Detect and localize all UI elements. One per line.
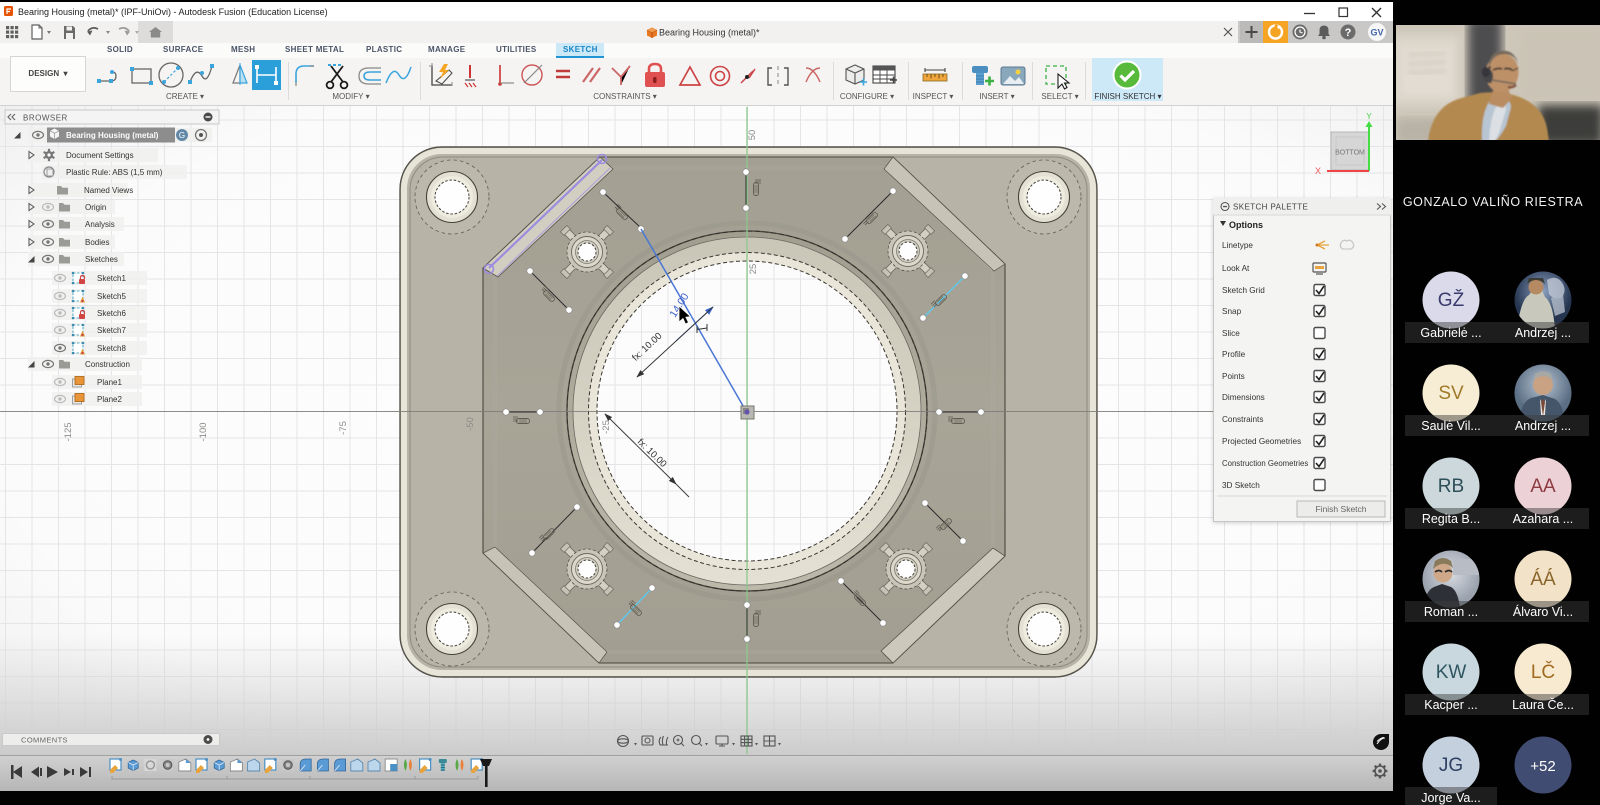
svg-text:-75: -75 [338,421,349,435]
svg-text:Dimensions: Dimensions [1222,393,1265,402]
svg-text:SV: SV [1438,383,1464,404]
svg-text:GONZALO VALIÑO RIESTRA: GONZALO VALIÑO RIESTRA [1403,195,1583,209]
svg-text:Andrzej ...: Andrzej ... [1515,326,1571,340]
svg-text:-125: -125 [63,422,74,441]
svg-text:Construction: Construction [85,360,130,369]
svg-text:-25: -25 [601,420,612,434]
svg-text:Gabrielė ...: Gabrielė ... [1420,326,1481,340]
svg-text:BROWSER: BROWSER [23,114,68,123]
svg-text:Bodies: Bodies [85,238,109,247]
svg-text:COMMENTS: COMMENTS [21,736,68,745]
svg-text:3D Sketch: 3D Sketch [1222,481,1260,490]
svg-text:Álvaro Vi...: Álvaro Vi... [1513,604,1573,619]
svg-text:Y: Y [1366,112,1372,121]
svg-text:Jorge Va...: Jorge Va... [1421,791,1481,805]
svg-text:RB: RB [1438,476,1464,497]
svg-text:-50: -50 [465,417,476,431]
svg-text:GŽ: GŽ [1438,289,1465,311]
svg-text:KW: KW [1436,662,1467,683]
svg-text:50: 50 [747,130,758,141]
svg-text:Sketches: Sketches [85,255,118,264]
svg-text:25: 25 [748,264,759,275]
svg-text:GV: GV [1370,28,1383,38]
svg-text:Kacper ...: Kacper ... [1424,698,1478,712]
svg-text:Roman ...: Roman ... [1424,605,1478,619]
svg-text:JG: JG [1439,755,1463,776]
svg-text:Bearing Housing (metal)*: Bearing Housing (metal)* [659,28,760,38]
svg-text:Snap: Snap [1222,307,1242,316]
svg-text:Constraints: Constraints [1222,415,1263,424]
svg-text:Sketch Grid: Sketch Grid [1222,286,1265,295]
svg-text:Sketch7: Sketch7 [97,326,126,335]
svg-text:Analysis: Analysis [85,220,115,229]
svg-text:Finish Sketch: Finish Sketch [1315,504,1366,514]
svg-text:LČ: LČ [1531,661,1555,683]
svg-text:Plane2: Plane2 [97,395,122,404]
svg-text:Saulė Vil...: Saulė Vil... [1421,419,1481,433]
svg-text:+52: +52 [1530,758,1555,775]
svg-text:?: ? [1345,27,1352,39]
svg-text:Document Settings: Document Settings [66,151,134,160]
svg-text:Profile: Profile [1222,350,1246,359]
svg-text:BOTTOM: BOTTOM [1335,150,1365,157]
svg-text:Sketch1: Sketch1 [97,274,126,283]
svg-text:ÁÁ: ÁÁ [1530,569,1556,590]
svg-text:Points: Points [1222,372,1245,381]
svg-text:Construction Geometries: Construction Geometries [1222,459,1308,468]
svg-text:Linetype: Linetype [1222,241,1253,250]
svg-text:Sketch6: Sketch6 [97,309,126,318]
svg-text:Andrzej ...: Andrzej ... [1515,419,1571,433]
svg-text:G: G [179,131,185,140]
svg-text:Bearing Housing (metal): Bearing Housing (metal) [66,131,159,140]
svg-text:Plastic Rule: ABS (1,5 mm): Plastic Rule: ABS (1,5 mm) [66,168,163,177]
svg-text:Sketch5: Sketch5 [97,292,126,301]
svg-text:SKETCH PALETTE: SKETCH PALETTE [1233,203,1308,212]
svg-text:Plane1: Plane1 [97,378,122,387]
svg-text:Sketch8: Sketch8 [97,344,126,353]
svg-text:Projected Geometries: Projected Geometries [1222,437,1301,446]
svg-text:X: X [1315,166,1321,176]
svg-text:Slice: Slice [1222,329,1240,338]
svg-text:Laura Če...: Laura Če... [1512,697,1574,712]
svg-text:AA: AA [1530,476,1556,497]
svg-text:Azahara ...: Azahara ... [1513,512,1573,526]
svg-text:Origin: Origin [85,203,106,212]
svg-text:Options: Options [1229,220,1263,230]
svg-text:Regita B...: Regita B... [1422,512,1480,526]
svg-text:-100: -100 [198,422,209,441]
svg-text:Named Views: Named Views [84,186,133,195]
svg-text:Look At: Look At [1222,264,1250,273]
